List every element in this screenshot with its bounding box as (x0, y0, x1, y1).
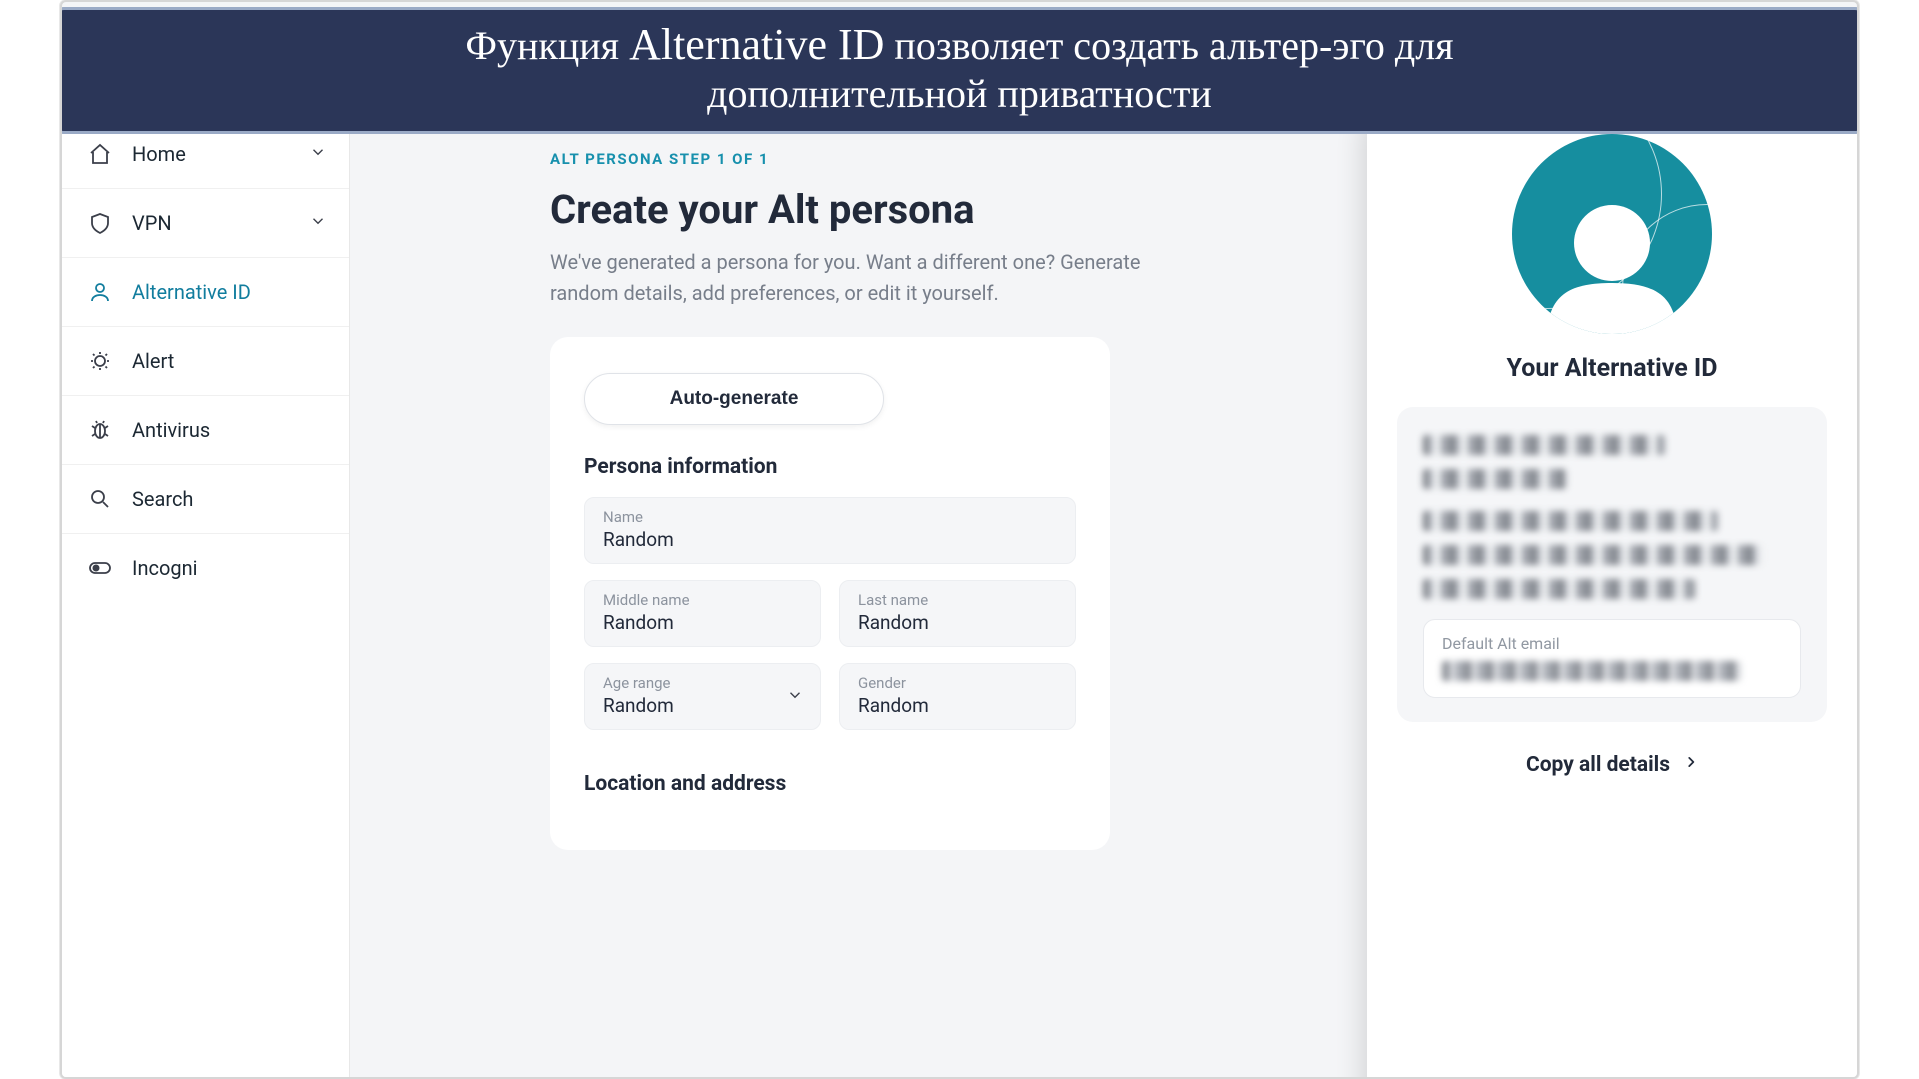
banner-suffix: позволяет создать альтер-эго для (884, 23, 1453, 68)
home-icon (88, 142, 112, 166)
chevron-down-icon (786, 686, 804, 708)
blurred-text (1423, 511, 1718, 531)
sidebar-item-label: Home (132, 142, 186, 166)
sidebar-item-search[interactable]: Search (62, 464, 349, 533)
blurred-text (1423, 579, 1695, 599)
alt-id-details: Default Alt email (1397, 407, 1827, 722)
section-persona-info: Persona information (584, 455, 1076, 479)
age-range-field[interactable]: Age range Random (584, 663, 821, 730)
gender-field[interactable]: Gender Random (839, 663, 1076, 730)
sidebar-item-label: VPN (132, 211, 172, 235)
blurred-text (1423, 545, 1763, 565)
auto-generate-button[interactable]: Auto-generate (584, 373, 884, 425)
default-alt-email-box[interactable]: Default Alt email (1423, 619, 1801, 698)
field-value: Random (603, 694, 802, 717)
main-content: ALT PERSONA STEP 1 OF 1 Create your Alt … (350, 120, 1857, 1077)
banner-highlight: Alternative ID (629, 20, 884, 69)
banner-prefix: Функция (465, 23, 629, 68)
sidebar-item-label: Alternative ID (132, 280, 251, 304)
field-value: Random (603, 611, 802, 634)
field-label: Gender (858, 674, 1057, 692)
shield-icon (88, 211, 112, 235)
copy-all-button[interactable]: Copy all details (1397, 752, 1827, 778)
field-label: Last name (858, 591, 1057, 609)
sidebar-item-label: Search (132, 487, 193, 511)
chevron-right-icon (1684, 752, 1698, 778)
page-description: We've generated a persona for you. Want … (550, 247, 1190, 309)
field-value: Random (858, 611, 1057, 634)
person-icon (88, 280, 112, 304)
blurred-text (1423, 469, 1567, 489)
sidebar-item-incogni[interactable]: Incogni (62, 533, 349, 602)
name-field[interactable]: Name Random (584, 497, 1076, 564)
sidebar-item-label: Alert (132, 349, 174, 373)
banner-line2: дополнительной приватности (97, 71, 1822, 117)
field-label: Name (603, 508, 1057, 526)
field-label: Age range (603, 674, 802, 692)
sidebar-item-label: Antivirus (132, 418, 210, 442)
info-banner: Функция Alternative ID позволяет создать… (60, 7, 1859, 134)
sidebar: Home VPN Alternative ID (62, 120, 350, 1077)
copy-all-label: Copy all details (1526, 753, 1670, 777)
chevron-down-icon (309, 211, 327, 235)
field-label: Middle name (603, 591, 802, 609)
alt-id-card: Your Alternative ID Default Alt email Co… (1367, 120, 1857, 1077)
field-value: Random (603, 528, 1057, 551)
form-card: Auto-generate Persona information Name R… (550, 337, 1110, 850)
email-label: Default Alt email (1442, 634, 1782, 653)
sidebar-item-vpn[interactable]: VPN (62, 188, 349, 257)
field-value: Random (858, 694, 1057, 717)
toggle-icon (88, 556, 112, 580)
sidebar-item-antivirus[interactable]: Antivirus (62, 395, 349, 464)
section-location: Location and address (584, 772, 1076, 796)
sidecard-title: Your Alternative ID (1507, 354, 1718, 383)
search-icon (88, 487, 112, 511)
sidebar-item-alternative-id[interactable]: Alternative ID (62, 257, 349, 326)
last-name-field[interactable]: Last name Random (839, 580, 1076, 647)
alert-icon (88, 349, 112, 373)
sidebar-item-label: Incogni (132, 556, 198, 580)
sidebar-item-alert[interactable]: Alert (62, 326, 349, 395)
middle-name-field[interactable]: Middle name Random (584, 580, 821, 647)
blurred-email (1442, 661, 1741, 681)
blurred-text (1423, 435, 1665, 455)
avatar (1512, 134, 1712, 334)
chevron-down-icon (309, 142, 327, 166)
bug-icon (88, 418, 112, 442)
